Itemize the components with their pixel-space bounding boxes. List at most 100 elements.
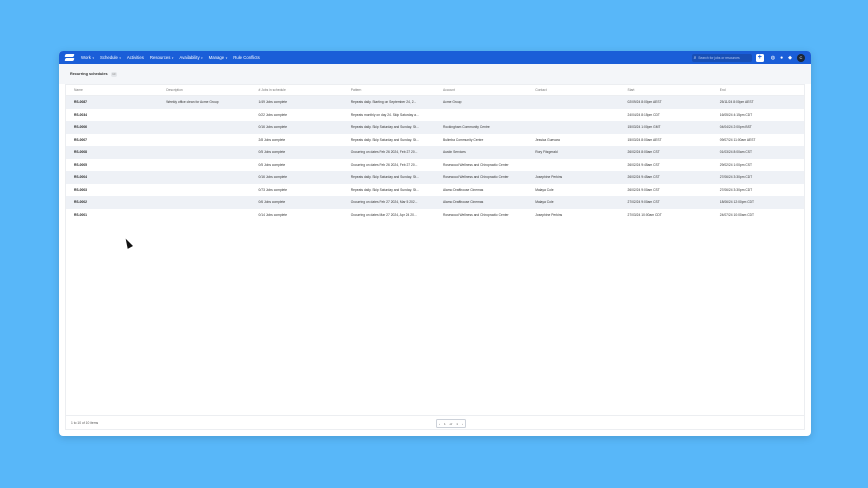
table-cell: 0/16 Jobs complete <box>250 121 343 134</box>
table-cell: Alamo Drafthouse Cinemas <box>443 187 484 192</box>
table-row[interactable]: RS-0006 0/16 Jobs complete Repeats daily. … <box>66 121 804 134</box>
table-cell <box>527 95 620 109</box>
nav-item-work[interactable]: Work ▾ <box>81 55 94 60</box>
table-cell: 1/49 Jobs complete <box>250 95 343 109</box>
table-row[interactable]: RS-0008 0/5 Jobs complete Occurring on dat… <box>66 146 804 159</box>
table-container: Name Description # Jobs in schedule Pattern… <box>65 84 805 430</box>
nav-item-activities[interactable]: Activities <box>127 55 144 60</box>
table-row[interactable]: RS-0087 Weekly office clean for Acme Grou… <box>66 95 804 109</box>
schedule-name[interactable]: RS-0001 <box>66 209 158 222</box>
app-window: Work ▾ Schedule ▾ Activities Resources ▾ Availa… <box>59 51 811 436</box>
table-cell <box>158 121 251 134</box>
nav-item-resources[interactable]: Resources ▾ <box>150 55 174 60</box>
count-badge: 10 <box>110 71 117 77</box>
table-cell: 26/02/24 8:00am CST <box>619 146 712 159</box>
column-header[interactable]: End <box>711 85 804 96</box>
table-cell: Josephine Perkins <box>535 212 563 217</box>
next-page-button[interactable]: › <box>460 422 465 426</box>
table-cell: Repeats daily. Skip Saturday and Sunday.… <box>350 187 419 192</box>
table-row[interactable]: RS-0001 0/14 Jobs complete Occurring on da… <box>66 209 804 222</box>
column-header[interactable]: Name <box>66 85 159 96</box>
top-nav-bar: Work ▾ Schedule ▾ Activities Resources ▾ Availa… <box>59 51 811 64</box>
column-header[interactable]: # Jobs in schedule <box>250 85 343 96</box>
table-cell: Rosewood Wellness and Chiropractic Cente… <box>435 171 528 184</box>
nav-item-schedule[interactable]: Schedule ▾ <box>100 55 121 60</box>
chevron-down-icon: ▾ <box>201 55 203 60</box>
table-cell: 26/02/24 9:45am CST <box>619 171 712 184</box>
table-cell: Repeats monthly on day 24. Skip Saturday… <box>350 112 419 117</box>
schedule-name[interactable]: RS-0002 <box>66 196 159 209</box>
table-cell: Rory Fitzgerald <box>527 146 620 159</box>
table-cell: 0/22 Jobs complete <box>258 112 288 117</box>
table-cell <box>527 109 619 122</box>
table-cell <box>158 159 250 172</box>
table-row[interactable]: RS-0003 0/73 Jobs complete Repeats daily. … <box>66 184 804 197</box>
table-cell: 04/04/24 2:00pm BST <box>711 121 804 134</box>
schedule-name[interactable]: RS-0008 <box>66 146 159 159</box>
column-header[interactable]: Start <box>619 85 712 96</box>
schedule-name[interactable]: RS-0005 <box>66 159 158 172</box>
table-cell <box>158 209 250 222</box>
table-cell: 02/09/24 8:00pm AEST <box>619 95 712 109</box>
table-row[interactable]: RS-0004 0/16 Jobs complete Repeats daily. … <box>66 171 804 184</box>
table-cell: Malaya Cole <box>535 187 554 192</box>
table-cell: Alamo Drafthouse Cinemas <box>435 196 528 209</box>
table-cell: 27/02/24 9:00am CST <box>619 196 712 209</box>
page-header: Recurring schedules 10 <box>59 64 811 84</box>
table-cell: Repeats daily. Starting on September 24,… <box>342 95 435 109</box>
table-cell: 27/06/24 3:30pm CDT <box>719 187 753 192</box>
main-nav: Work ▾ Schedule ▾ Activities Resources ▾ Availa… <box>81 55 266 60</box>
recurring-schedules-table: Name Description # Jobs in schedule Pattern… <box>66 85 804 221</box>
schedule-name[interactable]: RS-0007 <box>66 134 158 147</box>
table-cell: 0/14 Jobs complete <box>258 212 288 217</box>
table-cell: 24/07/24 10:00am CDT <box>719 212 755 217</box>
bell-icon[interactable]: ◆ <box>788 55 792 61</box>
search-box[interactable]: ⌕ Search for jobs or resources <box>691 53 752 62</box>
table-cell: Austin Services <box>435 146 528 159</box>
app-logo-icon[interactable] <box>65 54 74 61</box>
nav-item-availability[interactable]: Availability ▾ <box>179 55 202 60</box>
table-cell: 0/5 Jobs complete <box>258 162 286 167</box>
table-cell: 29/02/24 1:00pm CST <box>719 162 753 167</box>
column-header[interactable]: Contact <box>527 85 620 96</box>
table-cell: Occurring on dates Feb 26 2024, Feb 27 2… <box>342 146 435 159</box>
column-header[interactable]: Account <box>435 85 528 96</box>
table-row[interactable]: RS-0007 2/8 Jobs complete Repeats daily. S… <box>66 134 804 147</box>
table-cell <box>527 159 619 172</box>
table-cell: 25/11/24 8:00pm AEST <box>711 95 804 109</box>
table-cell: Josephine Perkins <box>527 171 620 184</box>
table-row[interactable]: RS-0005 0/5 Jobs complete Occurring on dat… <box>66 159 804 172</box>
nav-item-rule-conflicts[interactable]: Rule Conflicts <box>233 55 260 60</box>
chat-icon[interactable]: ● <box>780 55 783 61</box>
schedule-name[interactable]: RS-0087 <box>66 95 159 109</box>
schedule-name[interactable]: RS-0004 <box>66 171 159 184</box>
table-cell <box>158 184 250 197</box>
table-cell: Rosewood Wellness and Chiropractic Cente… <box>443 162 509 167</box>
table-cell <box>158 146 251 159</box>
table-cell: Malaya Cole <box>527 196 620 209</box>
table-cell: Weekly office clean for Acme Group <box>158 95 251 109</box>
add-button[interactable]: + <box>755 53 764 62</box>
help-icon[interactable]: ◍ <box>771 55 775 61</box>
column-header[interactable]: Description <box>158 85 251 96</box>
column-header[interactable]: Pattern <box>342 85 435 96</box>
table-cell: Rosewood Wellness and Chiropractic Cente… <box>443 212 509 217</box>
avatar[interactable]: C <box>797 53 805 62</box>
table-cell: 09/07/24 11:00am AEST <box>719 137 756 142</box>
table-cell: Bulimba Community Centre <box>443 137 484 142</box>
table-cell: 27/06/24 3:30pm CDT <box>711 171 804 184</box>
table-row[interactable]: RS-0002 0/6 Jobs complete Occurring on dat… <box>66 196 804 209</box>
nav-item-manage[interactable]: Manage ▾ <box>209 55 228 60</box>
chevron-down-icon: ▾ <box>225 55 228 60</box>
table-cell: Rockingham Community Centre <box>435 121 528 134</box>
table-cell <box>435 109 527 122</box>
schedule-name[interactable]: RS-0006 <box>66 121 159 134</box>
table-cell: Acme Group <box>435 95 528 109</box>
pagination: ‹ 1 of 1 › <box>436 419 466 428</box>
table-row[interactable]: RS-0034 0/22 Jobs complete Repeats monthly… <box>66 109 804 122</box>
table-cell: 24/04/24 8:15pm CDT <box>627 112 660 117</box>
table-cell: 16/05/24 4:15pm CDT <box>719 112 753 117</box>
search-input[interactable]: Search for jobs or resources <box>698 56 739 60</box>
schedule-name[interactable]: RS-0034 <box>66 109 158 122</box>
schedule-name[interactable]: RS-0003 <box>66 184 158 197</box>
